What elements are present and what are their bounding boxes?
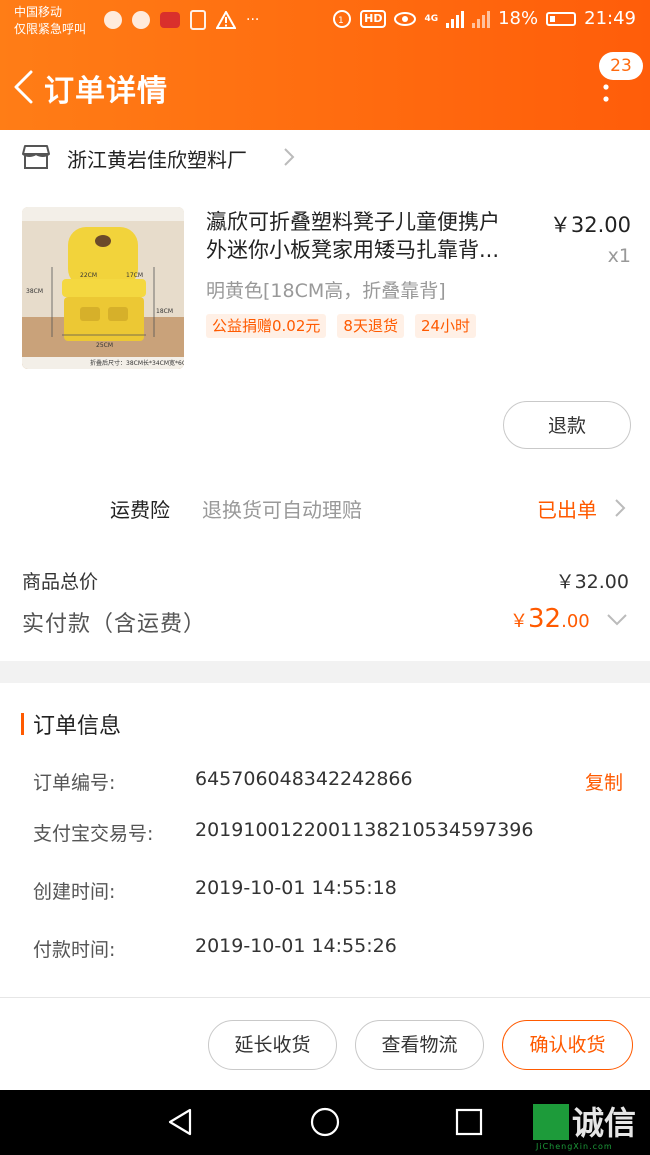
refund-button[interactable]: 退款 — [503, 401, 631, 449]
alipay-number-value: 2019100122001138210534597396 — [195, 819, 534, 841]
clock: 21:49 — [584, 8, 636, 29]
chevron-down-icon[interactable] — [606, 613, 628, 627]
paid-currency: ￥ — [510, 611, 528, 632]
alipay-number-label: 支付宝交易号: — [33, 823, 154, 845]
page-title: 订单详情 — [44, 74, 168, 109]
product-quantity: x1 — [607, 245, 631, 267]
created-time-value: 2019-10-01 14:55:18 — [195, 877, 397, 899]
video-app-icon — [160, 12, 180, 28]
store-icon — [22, 145, 50, 169]
more-menu-icon[interactable] — [599, 74, 613, 104]
dim-label: 25CM — [96, 342, 113, 349]
shipping-insurance-label: 运费险 — [110, 498, 170, 522]
system-home-icon[interactable] — [310, 1107, 340, 1137]
product-spec: 明黄色[18CM高，折叠靠背] — [206, 280, 446, 302]
shipping-insurance-desc: 退换货可自动理赔 — [202, 498, 362, 522]
system-back-icon[interactable] — [166, 1107, 194, 1137]
product-title-line1: 瀛欣可折叠塑料凳子儿童便携户 — [206, 210, 500, 234]
notification-icons: ··· — [104, 10, 259, 30]
battery-percent: 18% — [498, 8, 539, 29]
nav-bar: 订单详情 23 — [0, 52, 650, 118]
order-info-title: 订单信息 — [33, 714, 122, 739]
paid-time-value: 2019-10-01 14:55:26 — [195, 935, 397, 957]
product-price: ￥32.00 — [549, 213, 631, 237]
goods-total-label: 商品总价 — [22, 571, 99, 593]
paid-decimal: .00 — [561, 611, 590, 632]
system-recents-icon[interactable] — [455, 1108, 483, 1136]
header: 中国移动 仅限紧急呼叫 ··· 1 HD 4G 18% 21:49 订单详情 2… — [0, 0, 650, 130]
carrier-status: 仅限紧急呼叫 — [14, 22, 87, 36]
dim-label: 18CM — [156, 308, 173, 315]
document-icon — [190, 10, 206, 30]
eye-icon — [394, 11, 417, 26]
product-image[interactable]: 22CM 17CM 38CM 18CM 25CM 折叠后尺寸：38CM长*34C… — [22, 207, 184, 369]
dim-label: 22CM — [80, 272, 97, 279]
shipping-insurance-status[interactable]: 已出单 — [537, 494, 597, 523]
carrier-name: 中国移动 — [14, 5, 63, 19]
paid-time-label: 付款时间: — [33, 939, 116, 961]
watermark-text: 诚信 — [572, 1104, 637, 1142]
confirm-receipt-button[interactable]: 确认收货 — [502, 1020, 633, 1070]
tag-24h: 24小时 — [414, 314, 477, 338]
amount-paid-label: 实付款（含运费） — [22, 612, 207, 637]
section-divider — [0, 661, 650, 683]
tag-return: 8天退货 — [337, 314, 404, 338]
back-arrow-icon[interactable] — [12, 70, 34, 104]
dim-label: 17CM — [126, 272, 143, 279]
system-nav-bar: 诚信 JiChengXin.com — [0, 1090, 650, 1155]
shop-row[interactable]: 浙江黄岩佳欣塑料厂 — [0, 130, 650, 184]
order-number-value: 645706048342242866 — [195, 768, 413, 790]
extend-receipt-button[interactable]: 延长收货 — [208, 1020, 337, 1070]
dim-label: 38CM — [26, 288, 43, 295]
more-notifications: ··· — [246, 12, 260, 28]
tag-charity: 公益捐赠0.02元 — [206, 314, 327, 338]
section-accent-bar — [21, 713, 24, 735]
action-bar: 延长收货 查看物流 确认收货 — [0, 997, 650, 1090]
watermark-logo-icon — [533, 1104, 569, 1140]
chevron-right-icon — [284, 148, 295, 166]
network-type: 4G — [424, 13, 439, 24]
signal2-icon — [472, 10, 491, 28]
shop-name[interactable]: 浙江黄岩佳欣塑料厂 — [67, 144, 247, 173]
watermark-sub: JiChengXin.com — [536, 1142, 613, 1151]
goods-total-value: ￥32.00 — [555, 571, 629, 593]
warning-icon — [216, 11, 236, 29]
order-number-label: 订单编号: — [33, 772, 116, 794]
product-title[interactable]: 瀛欣可折叠塑料凳子儿童便携户 外迷你小板凳家用矮马扎靠背... — [206, 208, 536, 264]
carrier-info: 中国移动 仅限紧急呼叫 — [14, 4, 86, 38]
battery-icon — [546, 11, 577, 26]
created-time-label: 创建时间: — [33, 881, 116, 903]
hd-icon: HD — [360, 9, 387, 28]
amount-paid-value: ￥32.00 — [510, 604, 590, 634]
service-tags: 公益捐赠0.02元 8天退货 24小时 — [206, 314, 477, 338]
sound-icon — [132, 11, 150, 29]
chevron-right-icon[interactable] — [614, 498, 626, 518]
status-bar: 中国移动 仅限紧急呼叫 ··· 1 HD 4G 18% 21:49 — [0, 0, 650, 42]
data-saver-icon: 1 — [333, 9, 352, 28]
signal-icon — [446, 10, 465, 28]
stool-photo: 22CM 17CM 38CM 18CM 25CM 折叠后尺寸：38CM长*34C… — [22, 207, 184, 369]
status-right: 1 HD 4G 18% 21:49 — [332, 8, 636, 29]
penguin-icon — [104, 11, 122, 29]
view-logistics-button[interactable]: 查看物流 — [355, 1020, 484, 1070]
product-title-line2: 外迷你小板凳家用矮马扎靠背... — [206, 238, 500, 262]
image-caption: 折叠后尺寸：38CM长*34CM宽*6CM厚 — [90, 359, 184, 367]
svg-text:1: 1 — [338, 16, 344, 26]
copy-button[interactable]: 复制 — [585, 768, 623, 795]
paid-integer: 32 — [528, 604, 562, 634]
